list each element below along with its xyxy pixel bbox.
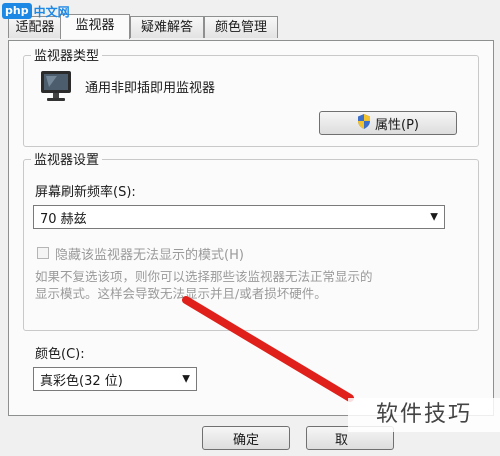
properties-button[interactable]: 属性(P) — [319, 111, 457, 135]
colors-value: 真彩色(32 位) — [40, 373, 123, 389]
watermark-logo-text: 中文网 — [33, 4, 70, 19]
shield-icon — [357, 113, 371, 133]
tab-monitor[interactable]: 监视器 — [60, 14, 130, 39]
hide-modes-checkbox[interactable] — [37, 247, 49, 259]
tab-troubleshoot[interactable]: 疑难解答 — [130, 16, 204, 38]
tab-panel-monitor: 监视器类型 通用非即插即用监视器 属性(P) 监视器设置 屏幕刷新频率(S): … — [8, 40, 494, 416]
chevron-down-icon: ▼ — [182, 373, 190, 385]
watermark-logo-badge: php — [2, 3, 32, 19]
hide-modes-label: 隐藏该监视器无法显示的模式(H) — [55, 248, 244, 263]
monitor-settings-title: 监视器设置 — [31, 149, 103, 168]
colors-select[interactable]: 真彩色(32 位) ▼ — [33, 367, 197, 391]
watermark-corner-text: 软件技巧 — [348, 398, 500, 432]
refresh-rate-label: 屏幕刷新频率(S): — [35, 185, 136, 200]
help-text-line2: 显示模式。这样会导致无法显示并且/或者损坏硬件。 — [35, 286, 327, 301]
properties-button-label: 属性(P) — [375, 117, 419, 133]
tab-color-management[interactable]: 颜色管理 — [204, 16, 278, 38]
ok-button[interactable]: 确定 — [202, 426, 290, 450]
monitor-name: 通用非即插即用监视器 — [85, 81, 216, 96]
monitor-icon — [37, 67, 75, 105]
monitor-type-title: 监视器类型 — [31, 45, 103, 64]
watermark-logo: php 中文网 — [2, 2, 70, 20]
refresh-rate-select[interactable]: 70 赫兹 ▼ — [33, 205, 445, 229]
refresh-rate-value: 70 赫兹 — [40, 211, 87, 227]
colors-label: 颜色(C): — [35, 347, 85, 362]
chevron-down-icon: ▼ — [430, 211, 438, 223]
